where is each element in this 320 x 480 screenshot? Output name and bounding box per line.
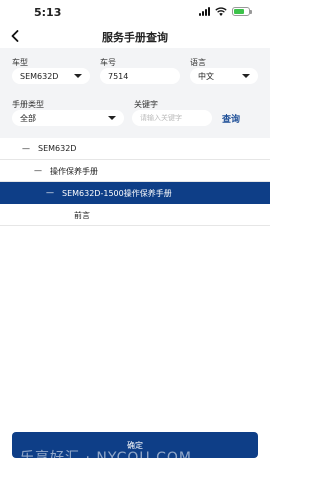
caret-down-icon xyxy=(242,74,250,78)
model-label: 车型 xyxy=(12,58,28,67)
caret-down-icon xyxy=(108,116,116,120)
battery-icon xyxy=(232,7,252,16)
keyword-label: 关键字 xyxy=(134,100,158,109)
confirm-label: 确定 xyxy=(127,440,143,450)
collapse-icon: — xyxy=(46,188,54,197)
tree-node-chapter[interactable]: 前言 xyxy=(0,204,270,226)
keyword-input[interactable] xyxy=(132,110,212,126)
manual-type-value: 全部 xyxy=(20,113,36,123)
model-select[interactable]: SEM632D xyxy=(12,68,90,84)
collapse-icon: — xyxy=(34,166,42,175)
tree-node-label: 前言 xyxy=(74,211,90,220)
status-bar: 5:13 xyxy=(0,0,270,26)
cellular-signal-icon xyxy=(199,7,210,16)
caret-down-icon xyxy=(74,74,82,78)
status-icons xyxy=(199,7,252,16)
language-label: 语言 xyxy=(190,58,206,67)
number-label: 车号 xyxy=(100,58,116,67)
language-select[interactable]: 中文 xyxy=(190,68,258,84)
tree-node-label: SEM632D xyxy=(38,144,77,153)
collapse-icon: — xyxy=(22,144,30,153)
tree-node-label: SEM632D-1500操作保养手册 xyxy=(62,189,172,198)
tree-node-label: 操作保养手册 xyxy=(50,167,98,176)
wifi-icon xyxy=(215,7,227,16)
confirm-button[interactable]: 确定 xyxy=(12,432,258,458)
tree-node-manual-category[interactable]: — 操作保养手册 xyxy=(0,160,270,182)
number-field[interactable]: 7514 xyxy=(100,68,180,84)
manual-type-label: 手册类型 xyxy=(12,100,44,109)
number-value: 7514 xyxy=(108,71,129,81)
model-value: SEM632D xyxy=(20,71,59,81)
tree-node-manual[interactable]: — SEM632D-1500操作保养手册 xyxy=(0,182,270,204)
battery-fill xyxy=(234,9,244,14)
status-time: 5:13 xyxy=(34,6,62,19)
search-button[interactable]: 查询 xyxy=(222,112,240,125)
page-title: 服务手册查询 xyxy=(102,31,168,44)
tree-node-model[interactable]: — SEM632D xyxy=(0,138,270,160)
language-value: 中文 xyxy=(198,71,214,81)
manual-type-select[interactable]: 全部 xyxy=(12,110,124,126)
manual-tree: — SEM632D — 操作保养手册 — SEM632D-1500操作保养手册 … xyxy=(0,138,270,226)
nav-bar: 服务手册查询 xyxy=(0,26,270,48)
